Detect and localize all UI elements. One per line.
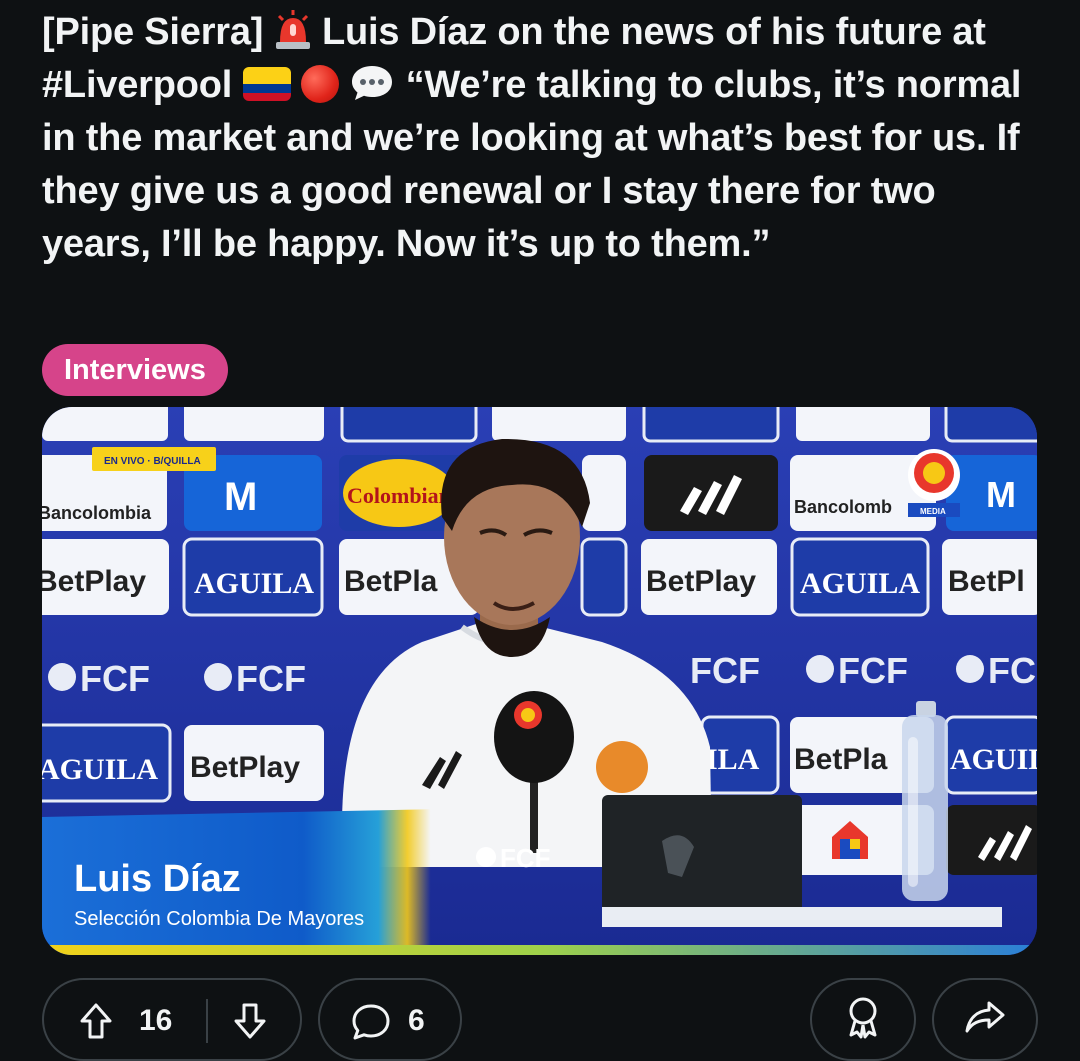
lower-third-name: Luis Díaz <box>74 858 241 900</box>
siren-emoji-icon <box>274 10 312 50</box>
svg-text:Bancolomb: Bancolomb <box>794 497 892 517</box>
downvote-arrow-icon[interactable] <box>230 1001 270 1046</box>
svg-text:AGUILA: AGUILA <box>800 567 920 600</box>
svg-text:AGUILA: AGUILA <box>42 753 158 786</box>
live-tag: EN VIVO · B/QUILLA <box>104 456 201 467</box>
svg-text:BetPla: BetPla <box>794 743 888 776</box>
svg-text:FCF: FCF <box>838 650 908 691</box>
svg-text:MEDIA: MEDIA <box>920 507 946 516</box>
svg-text:ILA: ILA <box>706 743 760 776</box>
lower-third-fcf: FCF <box>500 843 551 873</box>
vote-divider <box>206 999 208 1043</box>
vote-control: 16 <box>42 978 302 1061</box>
upvote-count: 16 <box>139 1004 173 1037</box>
sponsor-row-1 <box>42 407 1037 443</box>
svg-text:BetPla: BetPla <box>344 565 438 598</box>
title-source: [Pipe Sierra] <box>42 11 274 53</box>
svg-text:FCF: FCF <box>80 658 150 699</box>
svg-text:AGUILA: AGUILA <box>194 567 314 600</box>
lower-third-subtitle: Selección Colombia De Mayores <box>74 908 364 930</box>
svg-text:AGUIL: AGUIL <box>950 743 1037 776</box>
svg-text:M: M <box>224 475 257 519</box>
post-action-bar: 16 6 <box>0 978 1080 1061</box>
svg-text:BetPlay: BetPlay <box>190 751 300 784</box>
svg-text:FCF: FCF <box>236 658 306 699</box>
svg-text:BetPl: BetPl <box>948 565 1025 598</box>
svg-text:BetPlay: BetPlay <box>646 565 756 598</box>
upvote-arrow-icon[interactable] <box>76 1001 116 1046</box>
svg-text:M: M <box>986 474 1016 515</box>
post-video-thumbnail[interactable]: Bancolombia M Colombiana Bancolomb M MED… <box>42 407 1037 955</box>
award-icon <box>843 995 883 1044</box>
comment-count: 6 <box>408 1004 425 1037</box>
share-button[interactable] <box>932 978 1038 1061</box>
svg-text:FCF: FCF <box>690 650 760 691</box>
svg-text:FC: FC <box>988 650 1036 691</box>
share-arrow-icon <box>963 997 1007 1042</box>
post-flair[interactable]: Interviews <box>42 344 228 396</box>
svg-text:BetPlay: BetPlay <box>42 565 146 598</box>
post-title[interactable]: [Pipe Sierra] Luis Díaz on the news of h… <box>42 6 1032 271</box>
water-bottle <box>902 701 948 901</box>
red-circle-icon <box>300 65 339 103</box>
svg-text:Bancolombia: Bancolombia <box>42 503 152 523</box>
comment-bubble-icon <box>350 1002 392 1047</box>
colombia-flag-icon <box>242 67 291 101</box>
speech-bubble-icon <box>349 63 395 103</box>
comment-button[interactable]: 6 <box>318 978 462 1061</box>
award-button[interactable] <box>810 978 916 1061</box>
